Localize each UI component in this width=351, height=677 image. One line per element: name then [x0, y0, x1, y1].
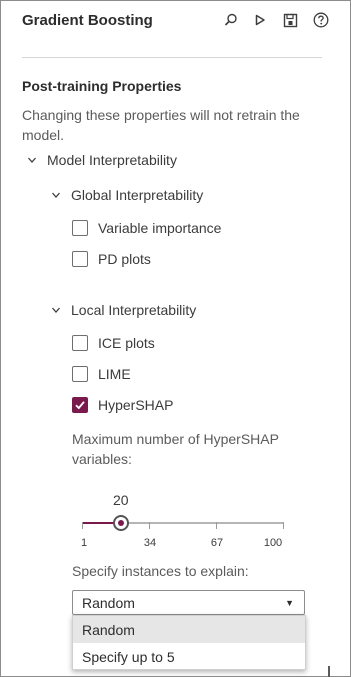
ice-plots-option[interactable]: ICE plots — [72, 335, 155, 351]
slider-value: 20 — [113, 492, 129, 508]
properties-panel: Gradient Boosting Post-training Properti… — [0, 0, 351, 677]
menu-item-random[interactable]: Random — [73, 616, 305, 643]
local-interpretability-node[interactable]: Local Interpretability — [49, 302, 196, 318]
hypershap-vars-slider[interactable] — [82, 515, 284, 531]
chevron-down-icon[interactable] — [49, 303, 63, 317]
search-icon[interactable] — [222, 11, 240, 29]
slider-thumb[interactable] — [113, 515, 129, 531]
panel-title: Gradient Boosting — [22, 12, 153, 29]
help-icon[interactable] — [312, 11, 330, 29]
chevron-down-icon[interactable] — [25, 153, 39, 167]
instances-label: Specify instances to explain: — [72, 563, 249, 579]
slider-tick — [82, 522, 83, 529]
panel-header: Gradient Boosting — [1, 1, 350, 41]
slider-tick-label: 34 — [143, 537, 157, 549]
instances-dropdown-menu: Random Specify up to 5 — [72, 615, 306, 670]
scrollbar-thumb[interactable] — [328, 666, 330, 677]
instances-select-value: Random — [82, 594, 135, 611]
variable-importance-checkbox[interactable] — [72, 220, 88, 236]
slider-tick — [216, 522, 217, 529]
model-interpretability-label: Model Interpretability — [47, 152, 177, 168]
slider-tick — [283, 522, 284, 529]
global-interpretability-node[interactable]: Global Interpretability — [49, 187, 203, 203]
header-divider — [22, 57, 322, 58]
ice-plots-checkbox[interactable] — [72, 335, 88, 351]
pd-plots-checkbox[interactable] — [72, 251, 88, 267]
ice-plots-label: ICE plots — [98, 335, 155, 351]
slider-tick — [149, 522, 150, 529]
slider-tick-label: 100 — [263, 537, 283, 549]
dropdown-arrow-icon[interactable]: ▼ — [285, 598, 294, 608]
slider-tick-label: 67 — [210, 537, 224, 549]
variable-importance-option[interactable]: Variable importance — [72, 220, 221, 236]
pd-plots-label: PD plots — [98, 251, 151, 267]
local-interpretability-label: Local Interpretability — [71, 302, 197, 318]
section-description: Changing these properties will not retra… — [22, 107, 300, 143]
pd-plots-option[interactable]: PD plots — [72, 251, 151, 267]
hypershap-checkbox[interactable] — [72, 397, 88, 413]
lime-label: LIME — [98, 366, 131, 382]
hypershap-label: HyperSHAP — [98, 397, 174, 413]
slider-tick-label: 1 — [80, 537, 88, 549]
checkmark-icon — [75, 401, 85, 410]
run-icon[interactable] — [251, 11, 269, 29]
save-icon[interactable] — [281, 11, 299, 29]
instances-select[interactable]: Random ▼ — [72, 590, 305, 615]
lime-checkbox[interactable] — [72, 366, 88, 382]
global-interpretability-label: Global Interpretability — [71, 187, 204, 203]
variable-importance-label: Variable importance — [98, 220, 222, 236]
lime-option[interactable]: LIME — [72, 366, 131, 382]
model-interpretability-node[interactable]: Model Interpretability — [25, 152, 177, 168]
section-title: Post-training Properties — [22, 78, 182, 94]
hypershap-option[interactable]: HyperSHAP — [72, 397, 173, 413]
max-hypershap-vars-label: Maximum number of HyperSHAP variables: — [72, 431, 279, 467]
menu-item-specify-up-to-5[interactable]: Specify up to 5 — [73, 643, 305, 670]
chevron-down-icon[interactable] — [49, 188, 63, 202]
